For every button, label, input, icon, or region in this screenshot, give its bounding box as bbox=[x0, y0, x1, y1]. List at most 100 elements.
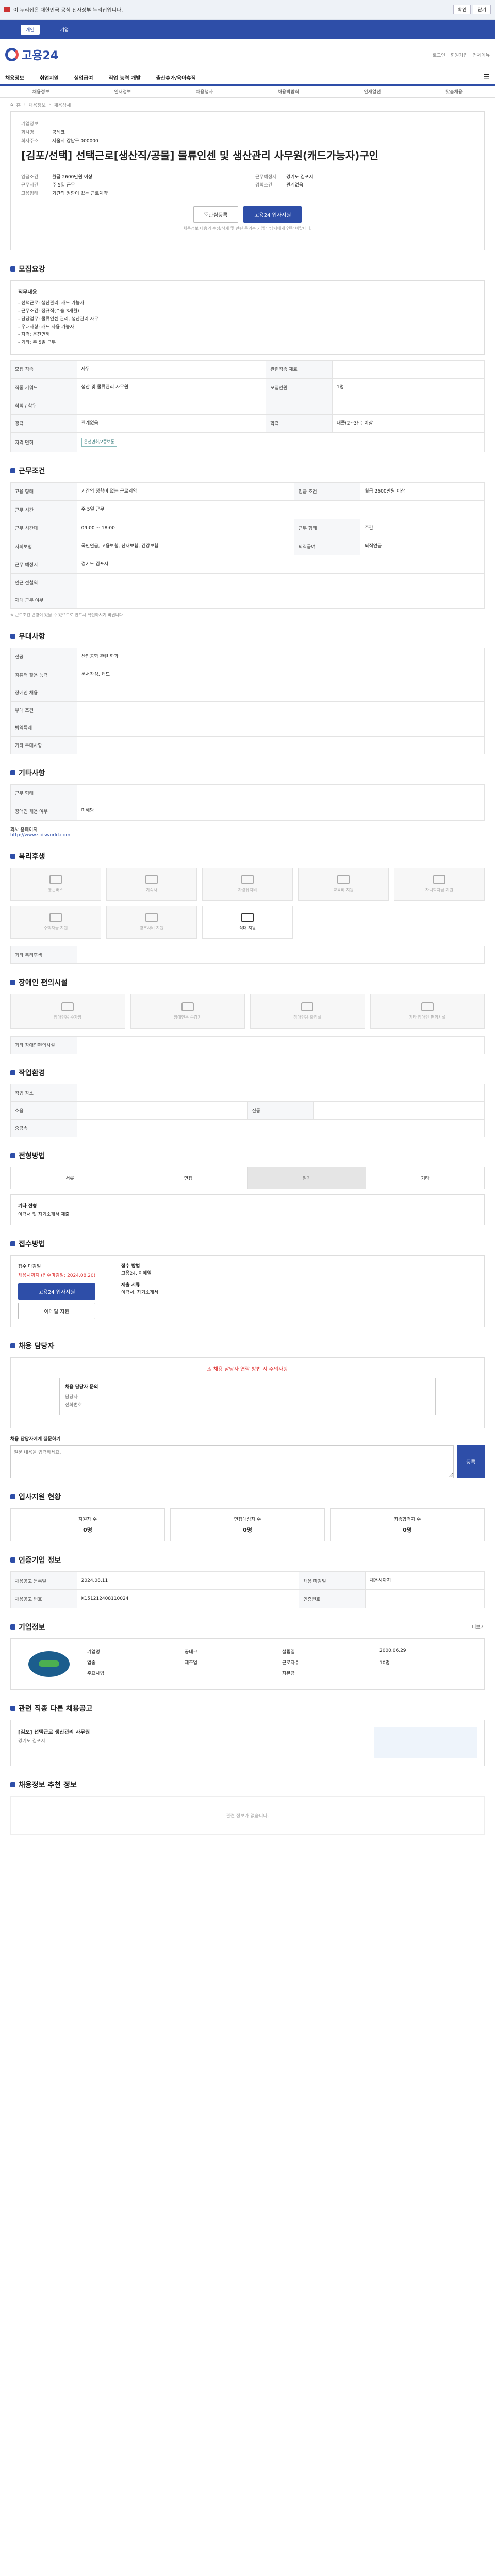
sub-menu: 채용정보 인재정보 채용행사 채용박람회 인재알선 맞춤채용 bbox=[0, 86, 495, 98]
subnav-item[interactable]: 맞춤채용 bbox=[446, 88, 463, 95]
addr-label: 회사주소 bbox=[21, 139, 39, 144]
homepage-label: 회사 홈페이지 bbox=[10, 827, 38, 833]
subnav-item[interactable]: 채용박람회 bbox=[278, 88, 299, 95]
info-table: 채용공고 등록일 2024.08.11 채용 마감일 채용시까지 채용공고 번호 K15… bbox=[10, 1571, 485, 1608]
company-name: 공테크 bbox=[52, 130, 65, 135]
toilet-icon bbox=[301, 1002, 314, 1012]
banner-close-button[interactable]: 닫기 bbox=[473, 5, 491, 14]
section-icon bbox=[10, 633, 15, 639]
menu-training[interactable]: 직업 능력 개발 bbox=[108, 74, 140, 81]
subnav-item[interactable]: 채용행사 bbox=[196, 88, 213, 95]
desc-line: - 자격: 운전면허 bbox=[18, 332, 50, 338]
menu-support[interactable]: 취업지원 bbox=[40, 74, 59, 81]
benefit-extra: 기타 복리후생 bbox=[10, 945, 485, 964]
section-icon bbox=[10, 1343, 15, 1348]
scrap-button[interactable]: ♡ 관심등록 bbox=[193, 206, 239, 223]
login-link[interactable]: 로그인 bbox=[433, 52, 446, 58]
section-title-disability: 장애인 편의시설 bbox=[10, 977, 485, 988]
section-icon bbox=[10, 853, 15, 859]
section-title-stats: 입사지원 현황 bbox=[10, 1492, 485, 1502]
logo-text: 고용24 bbox=[22, 49, 59, 62]
benefit-grid: 통근버스 기숙사 차량유지비 교육비 지원 자녀학자금 지원 주택자금 지원 경… bbox=[10, 867, 485, 939]
section-title-desc: 모집요강 bbox=[10, 264, 485, 274]
cap-icon bbox=[433, 875, 446, 885]
section-title-process: 전형방법 bbox=[10, 1150, 485, 1161]
banner-text: 이 누리집은 대한민국 공식 전자정부 누리집입니다. bbox=[13, 8, 123, 13]
license-tag: 운전면허/2종보통 bbox=[81, 437, 117, 447]
section-title-company: 기업정보 더보기 bbox=[10, 1622, 485, 1632]
menu-jobs[interactable]: 채용정보 bbox=[5, 74, 24, 81]
section-title-cond: 근무조건 bbox=[10, 466, 485, 476]
career-label: 경력조건 bbox=[255, 183, 273, 188]
all-menu-link[interactable]: 전체메뉴 bbox=[473, 52, 490, 58]
desc-heading: 직무내용 bbox=[18, 290, 37, 295]
disability-grid: 장애인용 주차장 장애인용 승강기 장애인용 화장실 기타 장애인 편의시설 bbox=[10, 993, 485, 1029]
welfare-table: 전공 산업공학 관련 학과 컴퓨터 활용 능력 문서작성, 캐드 장애인 채용 우대… bbox=[10, 647, 485, 755]
section-title-info: 인증기업 정보 bbox=[10, 1555, 485, 1565]
site-logo[interactable]: 고용24 bbox=[5, 46, 58, 63]
benefit-item: 식대 지원 bbox=[202, 905, 293, 939]
form-value: 기간의 정함이 없는 근로계약 bbox=[52, 191, 108, 196]
tab-company[interactable]: 기업 bbox=[60, 26, 69, 33]
section-icon bbox=[10, 1624, 15, 1630]
qa-submit-button[interactable]: 등록 bbox=[457, 1445, 485, 1478]
homepage-link[interactable]: http://www.sidsworld.com bbox=[10, 833, 485, 838]
site-header: 고용24 로그인 회원가입 전체메뉴 bbox=[0, 39, 495, 70]
section-icon bbox=[10, 266, 15, 272]
manager-box: ⚠ 채용 담당자 연락 방법 시 주의사항 채용 담당자 문의 담당자 전화번호 bbox=[10, 1357, 485, 1428]
company-logo bbox=[18, 1646, 80, 1682]
deadline-value: 채용시까지 (접수마감일: 2024.08.20) bbox=[18, 1273, 96, 1278]
tab-personal[interactable]: 개인 bbox=[21, 24, 40, 35]
subnav-item[interactable]: 인재알선 bbox=[364, 88, 381, 95]
signup-link[interactable]: 회원가입 bbox=[451, 52, 468, 58]
qa-input[interactable] bbox=[10, 1445, 454, 1478]
cond-footnote: ※ 근로조건 변경이 있을 수 있으므로 반드시 확인하시기 바랍니다. bbox=[10, 612, 124, 617]
book-icon bbox=[337, 875, 350, 885]
section-icon bbox=[10, 1494, 15, 1499]
company-name-label: 회사명 bbox=[21, 130, 34, 135]
company-addr: 서울시 강남구 000000 bbox=[52, 139, 98, 144]
disability-item: 장애인용 승강기 bbox=[130, 993, 245, 1029]
step-item: 면접 bbox=[129, 1167, 248, 1189]
email-apply-button[interactable]: 이메일 지원 bbox=[18, 1302, 95, 1319]
section-title-env: 작업환경 bbox=[10, 1067, 485, 1078]
related-map bbox=[374, 1727, 477, 1758]
wage-value: 월급 2600만원 이상 bbox=[52, 175, 93, 180]
elevator-icon bbox=[181, 1002, 194, 1012]
apply-online-button[interactable]: 고용24 입사지원 bbox=[18, 1283, 95, 1300]
stats-grid: 지원자 수 0명 면접대상자 수 0명 최종합격자 수 0명 bbox=[10, 1507, 485, 1541]
job-summary: 기업정보 회사명 공테크 회사주소 서울시 강남구 000000 [김포/선택] 선… bbox=[10, 111, 485, 250]
benefit-item: 통근버스 bbox=[10, 867, 101, 901]
subnav-item[interactable]: 채용정보 bbox=[32, 88, 50, 95]
hamburger-icon[interactable]: ☰ bbox=[483, 73, 490, 81]
benefit-item: 교육비 지원 bbox=[298, 867, 389, 901]
banner-confirm-button[interactable]: 확인 bbox=[453, 5, 471, 14]
etc-table: 근무 형태 장애인 채용 여부 미해당 bbox=[10, 784, 485, 821]
benefit-item: 차량유지비 bbox=[202, 867, 293, 901]
company-more-link[interactable]: 더보기 bbox=[472, 1623, 485, 1630]
bus-icon bbox=[50, 875, 62, 885]
section-title-related: 관련 직종 다른 채용공고 bbox=[10, 1703, 485, 1714]
meal-icon bbox=[241, 913, 254, 923]
section-title-recommend: 채용정보 추천 정보 bbox=[10, 1780, 485, 1790]
section-title-manager: 채용 담당자 bbox=[10, 1341, 485, 1351]
section-title-welfare: 우대사항 bbox=[10, 631, 485, 641]
subnav-item[interactable]: 인재정보 bbox=[114, 88, 131, 95]
related-card[interactable]: [김포] 선택근로 생산관리 사무원 경기도 김포시 bbox=[10, 1719, 485, 1766]
section-title-etc: 기타사항 bbox=[10, 768, 485, 778]
logo-mark-icon bbox=[5, 48, 19, 61]
menu-unemployment[interactable]: 실업급여 bbox=[74, 74, 93, 81]
menu-leave[interactable]: 출산휴가/육아휴직 bbox=[156, 74, 196, 81]
form-label: 고용형태 bbox=[21, 191, 39, 196]
stat-card: 면접대상자 수 0명 bbox=[170, 1507, 325, 1541]
crumb-item[interactable]: 채용정보 bbox=[29, 101, 46, 108]
step-item: 기타 bbox=[421, 1176, 430, 1181]
home-icon[interactable]: ⌂ bbox=[10, 102, 13, 107]
related-sub: 경기도 김포시 bbox=[18, 1738, 45, 1744]
benefit-item: 자녀학자금 지원 bbox=[394, 867, 485, 901]
crumb-item[interactable]: 홈 bbox=[16, 101, 21, 108]
apply-button[interactable]: 고용24 입사지원 bbox=[243, 206, 302, 223]
step-item: 서류 bbox=[11, 1167, 129, 1189]
process-steps: 서류 면접 필기 기타 bbox=[10, 1166, 485, 1189]
car-icon bbox=[241, 875, 254, 885]
